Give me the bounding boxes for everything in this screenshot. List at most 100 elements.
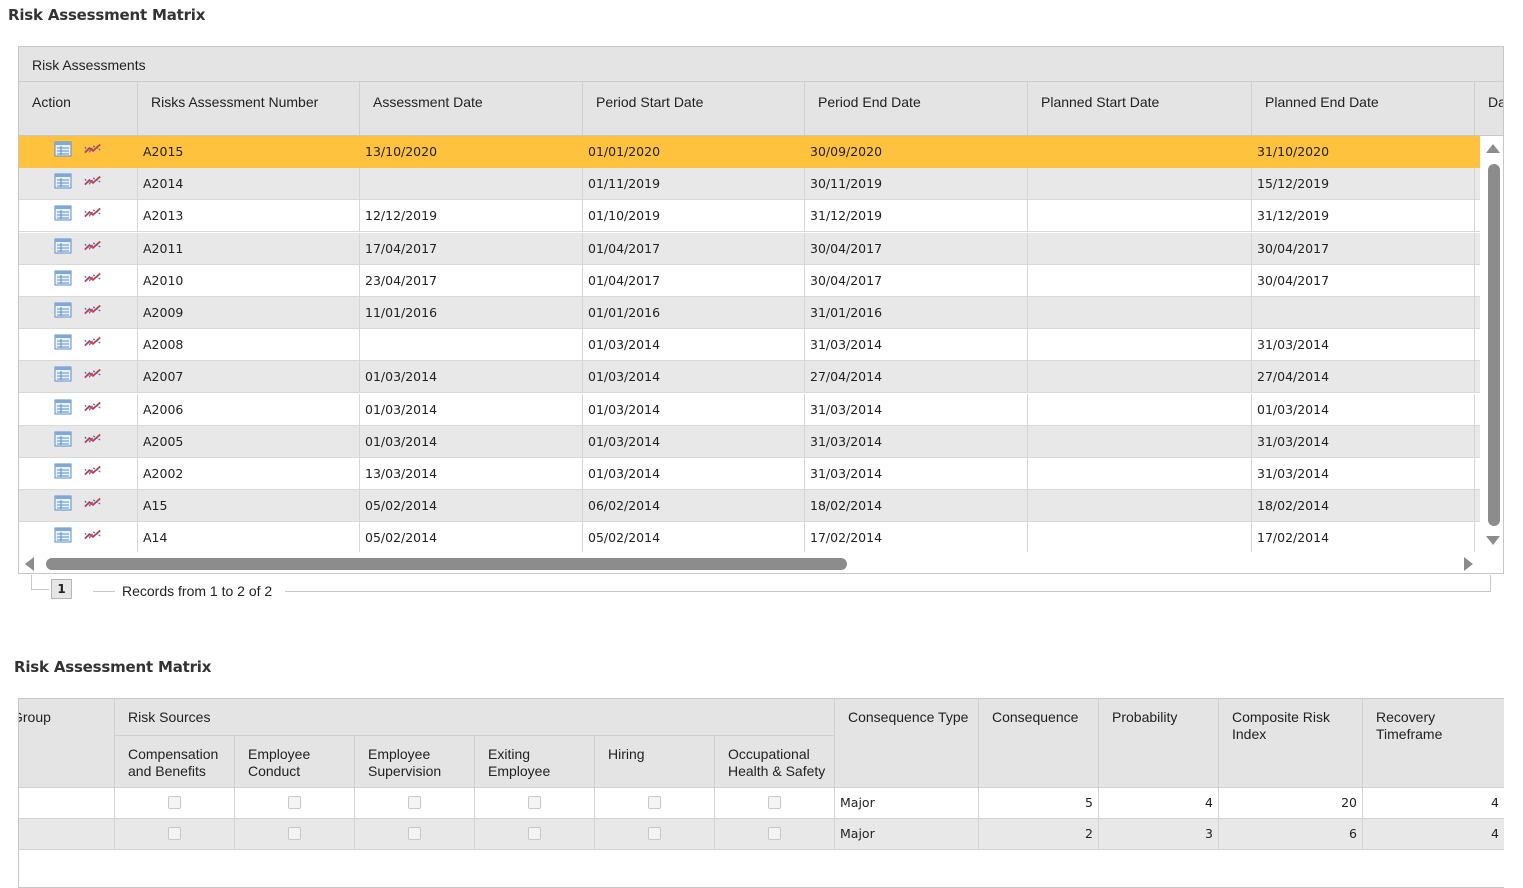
matrix-column-header[interactable]: Consequence Type <box>835 699 979 788</box>
risk-source-checkbox[interactable] <box>408 827 421 840</box>
chart-trend-icon[interactable] <box>84 399 102 415</box>
risk-source-checkbox[interactable] <box>528 796 541 809</box>
table-row[interactable]: Major 2 3 6 4 <box>19 819 1504 850</box>
vertical-scrollbar[interactable] <box>1482 136 1503 554</box>
table-view-icon[interactable] <box>54 431 72 447</box>
table-row[interactable]: A2011 17/04/2017 01/04/2017 30/04/2017 30/04… <box>19 232 1480 265</box>
matrix-column-header[interactable]: Recovery Timeframe <box>1363 699 1504 788</box>
group-column-header[interactable]: Group <box>19 699 115 788</box>
consequence-cell: 5 <box>979 788 1099 819</box>
table-view-icon[interactable] <box>54 527 72 543</box>
planned-end-cell: 31/03/2014 <box>1252 329 1475 362</box>
planned-end-cell: 30/04/2017 <box>1252 232 1475 265</box>
action-cell <box>19 200 138 233</box>
vertical-scroll-thumb[interactable] <box>1488 164 1500 526</box>
chart-trend-icon[interactable] <box>84 173 102 189</box>
table-view-icon[interactable] <box>54 141 72 157</box>
table-row[interactable]: Major 5 4 20 4 <box>19 788 1504 819</box>
risk-source-header[interactable]: Employee Supervision <box>355 736 475 788</box>
risk-sources-header[interactable]: Risk Sources <box>115 699 835 736</box>
table-row[interactable]: A2013 12/12/2019 01/10/2019 31/12/2019 31/12… <box>19 200 1480 233</box>
page-1-button[interactable]: 1 <box>51 579 72 599</box>
risk-source-checkbox[interactable] <box>168 827 181 840</box>
column-header[interactable]: Planned Start Date <box>1028 82 1252 135</box>
table-row[interactable]: A2002 13/03/2014 01/03/2014 31/03/2014 31/03… <box>19 458 1480 490</box>
column-header[interactable]: Period End Date <box>805 82 1028 135</box>
horizontal-scroll-thumb[interactable] <box>46 558 847 570</box>
chart-trend-icon[interactable] <box>84 302 102 318</box>
table-row[interactable]: A2015 13/10/2020 01/01/2020 30/09/2020 31/10… <box>19 136 1480 168</box>
period-end-cell: 17/02/2014 <box>805 522 1028 552</box>
table-row[interactable]: A2014 01/11/2019 30/11/2019 15/12/2019 <box>19 168 1480 201</box>
chart-trend-icon[interactable] <box>84 334 102 350</box>
risk-source-checkbox[interactable] <box>288 796 301 809</box>
table-view-icon[interactable] <box>54 495 72 511</box>
risk-source-checkbox[interactable] <box>408 796 421 809</box>
risk-source-header[interactable]: Employee Conduct <box>235 736 355 788</box>
column-header[interactable]: Action <box>19 82 138 135</box>
table-row[interactable]: A2010 23/04/2017 01/04/2017 30/04/2017 30/04… <box>19 264 1480 297</box>
chart-trend-icon[interactable] <box>84 495 102 511</box>
table-view-icon[interactable] <box>54 463 72 479</box>
table-view-icon[interactable] <box>54 205 72 221</box>
risk-source-cell <box>115 819 235 850</box>
matrix-column-header[interactable]: Probability <box>1099 699 1219 788</box>
planned-start-cell <box>1028 393 1252 426</box>
column-header[interactable]: Da <box>1475 82 1503 135</box>
chart-trend-icon[interactable] <box>84 238 102 254</box>
chart-trend-icon[interactable] <box>84 270 102 286</box>
action-cell <box>19 168 138 201</box>
scroll-right-arrow-icon[interactable] <box>1464 557 1473 571</box>
scroll-up-arrow-icon[interactable] <box>1486 144 1500 153</box>
risk-source-checkbox[interactable] <box>528 827 541 840</box>
chart-trend-icon[interactable] <box>84 141 102 157</box>
assessment-date-cell: 17/04/2017 <box>360 232 583 265</box>
chart-trend-icon[interactable] <box>84 366 102 382</box>
chart-trend-icon[interactable] <box>84 527 102 543</box>
table-view-icon[interactable] <box>54 302 72 318</box>
probability-cell: 4 <box>1099 788 1219 819</box>
planned-end-cell: 17/02/2014 <box>1252 522 1475 552</box>
table-view-icon[interactable] <box>54 399 72 415</box>
table-row[interactable]: A2005 01/03/2014 01/03/2014 31/03/2014 31/03… <box>19 425 1480 458</box>
table-view-icon[interactable] <box>54 238 72 254</box>
scroll-down-arrow-icon[interactable] <box>1486 536 1500 545</box>
chart-trend-icon[interactable] <box>84 463 102 479</box>
column-header[interactable]: Period Start Date <box>583 82 805 135</box>
matrix-column-header[interactable]: Composite Risk Index <box>1219 699 1363 788</box>
risk-source-header[interactable]: Exiting Employee <box>475 736 595 788</box>
column-header[interactable]: Assessment Date <box>360 82 583 135</box>
risk-source-checkbox[interactable] <box>288 827 301 840</box>
assessment-date-cell: 01/03/2014 <box>360 425 583 458</box>
matrix-column-header[interactable]: Consequence <box>979 699 1099 788</box>
risk-source-header[interactable]: Hiring <box>595 736 715 788</box>
number-cell: A2011 <box>138 232 360 265</box>
table-row[interactable]: A14 05/02/2014 05/02/2014 17/02/2014 17/02/2… <box>19 522 1480 552</box>
table-row[interactable]: A2007 01/03/2014 01/03/2014 27/04/2014 27/04… <box>19 361 1480 394</box>
risk-source-checkbox[interactable] <box>768 827 781 840</box>
table-view-icon[interactable] <box>54 270 72 286</box>
table-row[interactable]: A2008 01/03/2014 31/03/2014 31/03/2014 <box>19 329 1480 362</box>
risk-source-checkbox[interactable] <box>648 827 661 840</box>
records-count: Records from 1 to 2 of 2 <box>122 583 273 599</box>
period-end-cell: 31/03/2014 <box>805 458 1028 490</box>
table-row[interactable]: A2006 01/03/2014 01/03/2014 31/03/2014 01/03… <box>19 393 1480 426</box>
number-cell: A2002 <box>138 458 360 490</box>
risk-source-header[interactable]: Occupational Health & Safety <box>715 736 835 788</box>
table-view-icon[interactable] <box>54 173 72 189</box>
horizontal-scrollbar[interactable] <box>19 554 1503 573</box>
scroll-left-arrow-icon[interactable] <box>25 557 34 571</box>
risk-source-checkbox[interactable] <box>648 796 661 809</box>
table-row[interactable]: A15 05/02/2014 06/02/2014 18/02/2014 18/02/2… <box>19 490 1480 523</box>
risk-source-checkbox[interactable] <box>168 796 181 809</box>
chart-trend-icon[interactable] <box>84 431 102 447</box>
column-header[interactable]: Planned End Date <box>1252 82 1475 135</box>
column-header[interactable]: Risks Assessment Number <box>138 82 360 135</box>
table-row[interactable]: A2009 11/01/2016 01/01/2016 31/01/2016 <box>19 297 1480 329</box>
risk-source-checkbox[interactable] <box>768 796 781 809</box>
table-view-icon[interactable] <box>54 334 72 350</box>
planned-end-cell <box>1252 297 1475 329</box>
chart-trend-icon[interactable] <box>84 205 102 221</box>
risk-source-header[interactable]: Compensation and Benefits <box>115 736 235 788</box>
table-view-icon[interactable] <box>54 366 72 382</box>
